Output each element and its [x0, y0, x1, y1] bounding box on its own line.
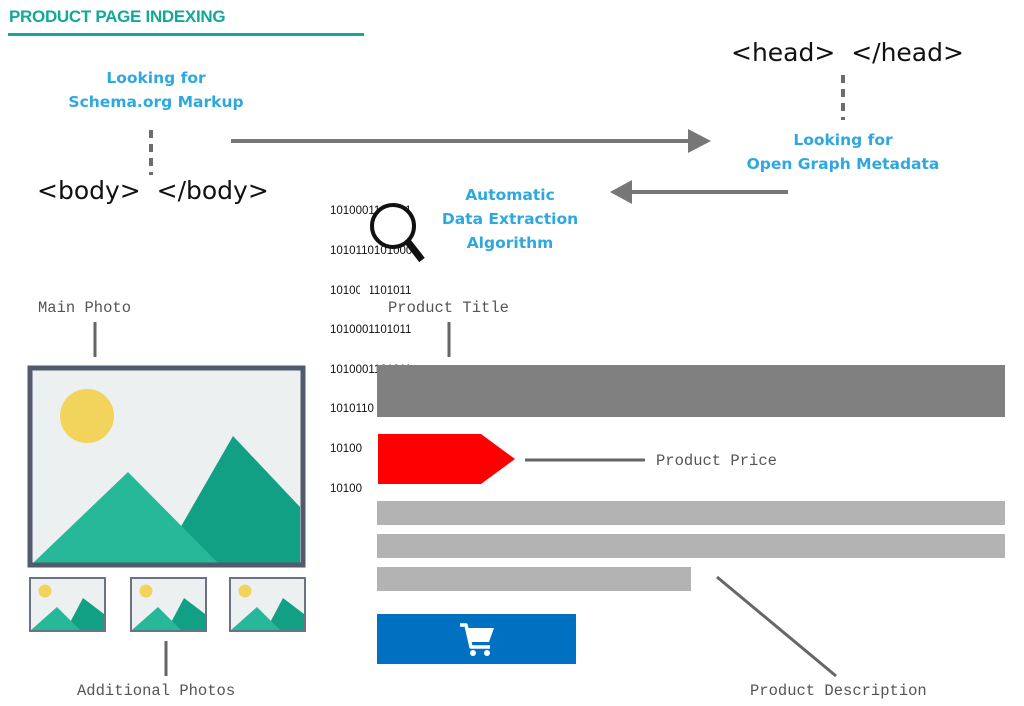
sun-icon [60, 389, 114, 443]
main-photo [27, 365, 306, 568]
additional-photo-thumbnail [229, 577, 306, 632]
product-description-leader [716, 575, 837, 678]
additional-photo-thumbnail [130, 577, 207, 632]
add-to-cart-button[interactable] [377, 614, 576, 664]
arrow-left-icon [610, 180, 788, 204]
additional-photo-thumbnail [29, 577, 106, 632]
product-title-bar [377, 365, 1005, 417]
description-line [377, 534, 1005, 558]
diagram-graphics [27, 75, 1005, 678]
product-price-tag [378, 434, 515, 484]
description-line [377, 567, 691, 591]
description-line [377, 501, 1005, 525]
shopping-cart-icon [459, 623, 494, 656]
arrow-right-icon [231, 129, 711, 153]
magnifier-icon [360, 203, 425, 298]
